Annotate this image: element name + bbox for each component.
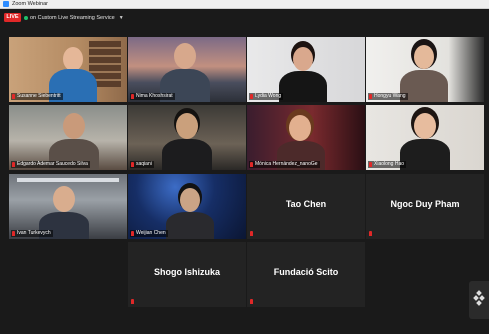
participant-nametag: Susanne Siebentritt bbox=[11, 93, 63, 100]
video-tile-tao-chen[interactable]: Tao Chen bbox=[247, 174, 365, 239]
participant-nametag: saqiani bbox=[130, 161, 154, 168]
video-tile-lydia-wong[interactable]: Lydia Wong bbox=[247, 37, 365, 102]
participant-nametag bbox=[249, 298, 257, 305]
video-tile-monica-hernandez[interactable]: Mónica Hernández_nanoGe bbox=[247, 105, 365, 170]
participant-nametag: Nima Khoshsirat bbox=[130, 93, 175, 100]
participant-nametag: Ivan Turkevych bbox=[11, 230, 53, 237]
video-tile-xiaolong-hao[interactable]: Xiaolong Hao bbox=[366, 105, 484, 170]
participant-name-display: Shogo Ishizuka bbox=[153, 267, 220, 277]
video-tile-nima-khoshsirat[interactable]: Nima Khoshsirat bbox=[128, 37, 246, 102]
participant-name-display: Tao Chen bbox=[285, 199, 327, 209]
participant-nametag: Mónica Hernández_nanoGe bbox=[249, 161, 320, 168]
muted-mic-icon bbox=[131, 299, 134, 304]
muted-mic-icon bbox=[250, 162, 253, 167]
participant-nametag bbox=[249, 230, 257, 237]
video-tile-ngoc-duy-pham[interactable]: Ngoc Duy Pham bbox=[366, 174, 484, 239]
muted-mic-icon bbox=[12, 231, 15, 236]
video-tile-weijian-chen[interactable]: Weijian Chen bbox=[128, 174, 246, 239]
participant-name-display: Fundació Scito bbox=[273, 267, 339, 277]
muted-mic-icon bbox=[369, 94, 372, 99]
muted-mic-icon bbox=[250, 94, 253, 99]
more-options-icon[interactable] bbox=[469, 281, 489, 319]
participant-nametag: Edgardo Ademar Saucedo Silva bbox=[11, 161, 90, 168]
participant-nametag bbox=[368, 230, 376, 237]
video-tile-ivan-turkevych[interactable]: Ivan Turkevych bbox=[9, 174, 127, 239]
muted-mic-icon bbox=[250, 231, 253, 236]
participant-nametag: Weijian Chen bbox=[130, 230, 168, 237]
muted-mic-icon bbox=[131, 94, 134, 99]
participant-nametag: Xiaolong Hao bbox=[368, 161, 407, 168]
muted-mic-icon bbox=[369, 231, 372, 236]
muted-mic-icon bbox=[250, 299, 253, 304]
participant-nametag: Hongyu Wang bbox=[368, 93, 408, 100]
video-tile-saqiani[interactable]: saqiani bbox=[128, 105, 246, 170]
muted-mic-icon bbox=[12, 94, 15, 99]
video-gallery: Susanne Siebentritt Nima Khoshsirat Lydi… bbox=[0, 0, 489, 334]
muted-mic-icon bbox=[12, 162, 15, 167]
video-tile-hongyu-wang[interactable]: Hongyu Wang bbox=[366, 37, 484, 102]
muted-mic-icon bbox=[131, 162, 134, 167]
muted-mic-icon bbox=[131, 231, 134, 236]
participant-nametag bbox=[130, 298, 138, 305]
video-tile-susanne-siebentritt[interactable]: Susanne Siebentritt bbox=[9, 37, 127, 102]
video-tile-edgardo-ademar-saucedo-silva[interactable]: Edgardo Ademar Saucedo Silva bbox=[9, 105, 127, 170]
participant-name-display: Ngoc Duy Pham bbox=[390, 199, 460, 209]
muted-mic-icon bbox=[369, 162, 372, 167]
participant-nametag: Lydia Wong bbox=[249, 93, 284, 100]
video-tile-fundacio-scito[interactable]: Fundació Scito bbox=[247, 242, 365, 307]
video-tile-shogo-ishizuka[interactable]: Shogo Ishizuka bbox=[128, 242, 246, 307]
